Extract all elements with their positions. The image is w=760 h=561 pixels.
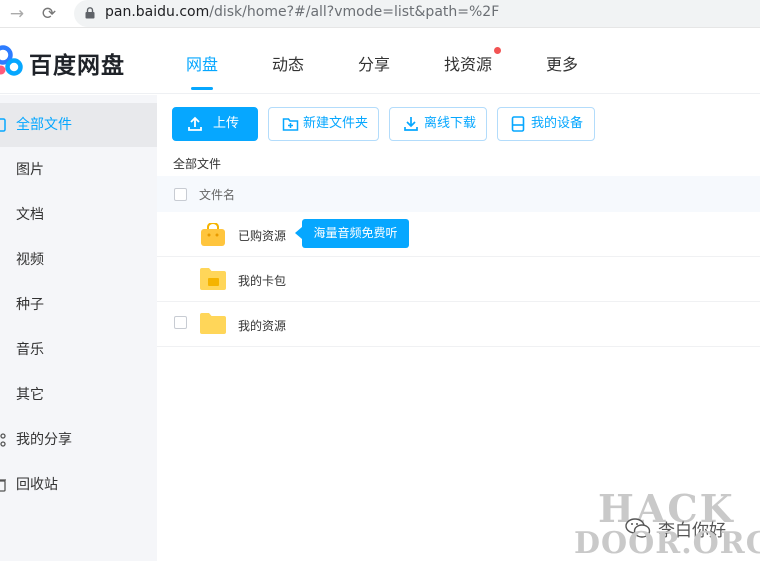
- new-folder-button[interactable]: 新建文件夹: [268, 107, 379, 141]
- new-folder-button-label: 新建文件夹: [303, 116, 369, 131]
- logo-text: 百度网盘: [29, 53, 125, 79]
- sidebar-item-label: 种子: [16, 297, 44, 313]
- tab-find-resources[interactable]: 找资源: [444, 51, 492, 75]
- sidebar-item-label: 文档: [16, 207, 44, 223]
- browser-toolbar: → ⟳ pan.baidu.com/disk/home?#/all?vmode=…: [0, 0, 760, 28]
- sidebar: 全部文件 图片 文档 视频 种子 音乐 其它 我的分享 回收站: [0, 95, 157, 561]
- notification-dot: [494, 47, 501, 54]
- lock-icon: [85, 7, 95, 19]
- sidebar-item-images[interactable]: 图片: [0, 148, 157, 192]
- watermark-door: DOOR.ORG: [574, 526, 760, 561]
- new-folder-icon: [282, 118, 299, 131]
- purchased-bag-icon: [201, 223, 225, 246]
- select-all-checkbox[interactable]: [174, 188, 187, 201]
- address-bar[interactable]: pan.baidu.com/disk/home?#/all?vmode=list…: [74, 0, 760, 27]
- row-checkbox[interactable]: [174, 316, 187, 329]
- my-devices-button[interactable]: 我的设备: [497, 107, 595, 141]
- folder-icon: [200, 313, 226, 334]
- trash-icon: [0, 479, 6, 492]
- sidebar-item-recycle-bin[interactable]: 回收站: [0, 463, 157, 507]
- upload-button-label: 上传: [213, 116, 240, 131]
- sidebar-item-videos[interactable]: 视频: [0, 238, 157, 282]
- url-path: /disk/home?#/all?vmode=list&path=%2F: [209, 4, 500, 20]
- sidebar-item-music[interactable]: 音乐: [0, 328, 157, 372]
- device-icon: [511, 116, 525, 132]
- sidebar-item-label: 其它: [16, 387, 44, 403]
- column-header-filename[interactable]: 文件名: [199, 186, 235, 203]
- sidebar-item-label: 全部文件: [16, 117, 72, 133]
- offline-download-button-label: 离线下载: [424, 116, 477, 131]
- share-icon: [0, 433, 6, 447]
- sidebar-item-label: 回收站: [16, 477, 58, 493]
- sidebar-item-label: 视频: [16, 252, 44, 268]
- sidebar-item-label: 图片: [16, 162, 44, 178]
- sidebar-item-label: 我的分享: [16, 432, 72, 448]
- file-name[interactable]: 我的资源: [238, 317, 286, 334]
- card-wallet-folder-icon: [200, 268, 226, 290]
- file-name[interactable]: 已购资源: [238, 227, 286, 244]
- url-host: pan.baidu.com: [105, 4, 210, 20]
- tab-netdisk[interactable]: 网盘: [186, 51, 218, 75]
- sidebar-item-torrents[interactable]: 种子: [0, 283, 157, 327]
- tooltip-arrow: [295, 227, 302, 239]
- download-icon: [404, 117, 418, 131]
- tab-activity[interactable]: 动态: [272, 51, 304, 75]
- sidebar-item-my-shares[interactable]: 我的分享: [0, 418, 157, 462]
- active-tab-underline: [191, 87, 213, 90]
- file-name[interactable]: 我的卡包: [238, 272, 286, 289]
- tab-share[interactable]: 分享: [358, 51, 390, 75]
- back-arrow-icon[interactable]: →: [6, 3, 28, 25]
- upload-button[interactable]: 上传: [172, 107, 258, 141]
- sidebar-item-all-files[interactable]: 全部文件: [0, 103, 157, 147]
- breadcrumb[interactable]: 全部文件: [173, 155, 221, 172]
- upload-icon: [188, 116, 202, 131]
- tab-more[interactable]: 更多: [546, 51, 578, 75]
- sidebar-item-label: 音乐: [16, 342, 44, 358]
- my-devices-button-label: 我的设备: [531, 116, 584, 131]
- file-list-header: [157, 176, 760, 212]
- sidebar-item-documents[interactable]: 文档: [0, 193, 157, 237]
- reload-icon[interactable]: ⟳: [38, 3, 60, 25]
- sidebar-item-other[interactable]: 其它: [0, 373, 157, 417]
- offline-download-button[interactable]: 离线下载: [389, 107, 487, 141]
- file-icon: [0, 118, 6, 132]
- app-header: 百度网盘 网盘 动态 分享 找资源 更多: [0, 28, 760, 94]
- baidu-netdisk-logo-icon[interactable]: [0, 44, 24, 78]
- promo-tooltip[interactable]: 海量音频免费听: [302, 219, 409, 248]
- url-text: pan.baidu.com/disk/home?#/all?vmode=list…: [105, 4, 499, 20]
